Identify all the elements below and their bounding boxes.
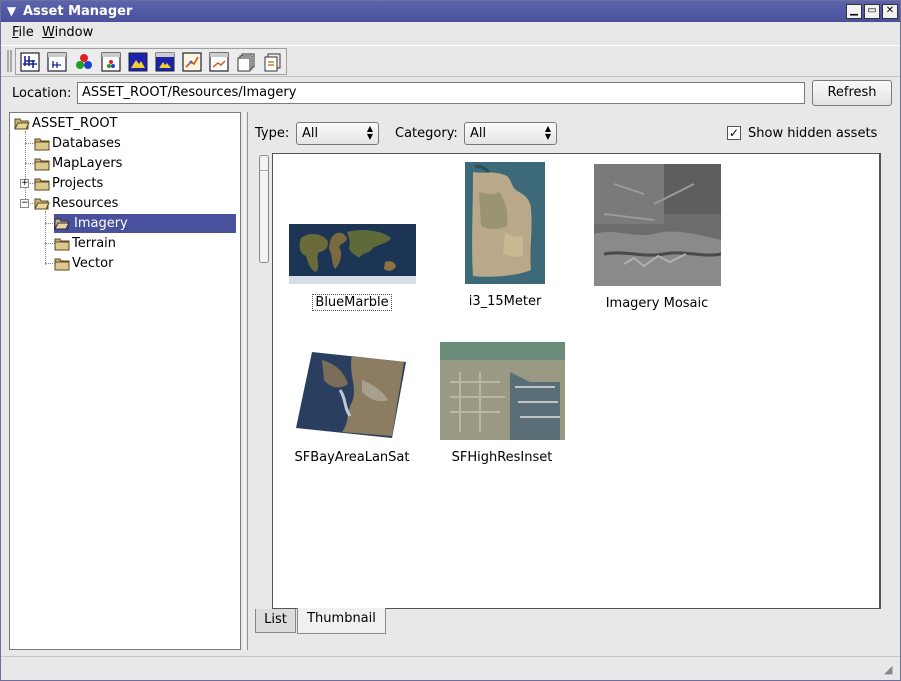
asset-caption: i3_15Meter <box>468 294 542 309</box>
tree-item-label: MapLayers <box>52 156 123 171</box>
tree-item-label: Terrain <box>72 236 117 251</box>
menu-window[interactable]: Window <box>42 25 93 40</box>
type-select-value: All <box>302 126 319 141</box>
close-icon[interactable]: ✕ <box>882 4 898 19</box>
tree-item-label: Resources <box>52 196 119 211</box>
status-bar: ◢ <box>1 656 900 680</box>
folder-icon <box>34 138 50 151</box>
open-folder-icon <box>34 198 50 210</box>
folder-icon <box>54 258 70 271</box>
open-project-icon[interactable] <box>261 51 284 73</box>
asset-tree[interactable]: + − ASSET_ROOT Databases MapLayers Proje… <box>9 112 241 650</box>
combo-arrows-icon: ▲ ▼ <box>544 124 552 141</box>
title-bar[interactable]: ▼ Asset Manager ▁ ▭ ✕ <box>1 1 900 22</box>
asset-imagery-mosaic[interactable]: Imagery Mosaic <box>587 164 727 311</box>
show-hidden-checkbox[interactable]: ✓ <box>727 126 741 140</box>
asset-caption: SFHighResInset <box>451 450 553 465</box>
tree-item-label: Projects <box>52 176 104 191</box>
tree-root[interactable]: ASSET_ROOT <box>14 114 118 133</box>
location-label: Location: <box>12 86 72 101</box>
sfhighresinset-thumbnail <box>439 342 565 440</box>
toolbar-grip[interactable] <box>7 50 12 72</box>
zoom-slider-handle[interactable] <box>259 155 269 263</box>
tree-item-terrain[interactable]: Terrain <box>54 234 116 253</box>
asset-sfbayarealansat[interactable]: SFBayAreaLanSat <box>287 350 417 465</box>
asset-caption: Imagery Mosaic <box>605 296 709 311</box>
tab-list[interactable]: List <box>255 609 296 633</box>
open-folder-icon <box>54 218 70 230</box>
asset-bluemarble[interactable]: BlueMarble <box>287 224 417 311</box>
toolbar-buttons <box>15 48 287 75</box>
location-input[interactable]: ASSET_ROOT/Resources/Imagery <box>77 82 805 104</box>
asset-caption: BlueMarble <box>312 294 392 311</box>
i3-15meter-thumbnail <box>465 162 545 284</box>
tree-item-vector[interactable]: Vector <box>54 254 113 273</box>
asset-caption: SFBayAreaLanSat <box>294 450 410 465</box>
window-menu-icon[interactable]: ▼ <box>4 4 19 19</box>
combo-arrows-icon: ▲ ▼ <box>366 124 374 141</box>
folder-icon <box>54 238 70 251</box>
tree-item-projects[interactable]: Projects <box>34 174 103 193</box>
tab-thumbnail[interactable]: Thumbnail <box>297 608 386 634</box>
window-title: Asset Manager <box>23 4 133 19</box>
folder-icon <box>34 178 50 191</box>
new-imagery-project-icon[interactable] <box>99 51 122 73</box>
tree-item-maplayers[interactable]: MapLayers <box>34 154 122 173</box>
tree-root-label: ASSET_ROOT <box>32 116 118 131</box>
type-select[interactable]: All ▲ ▼ <box>296 122 379 145</box>
sfbayarealansat-thumbnail <box>296 352 406 438</box>
menu-bar: File Window <box>1 23 900 43</box>
asset-manager-window: ▼ Asset Manager ▁ ▭ ✕ File Window Locati… <box>0 0 901 681</box>
bluemarble-thumbnail <box>288 224 416 284</box>
folder-icon <box>34 158 50 171</box>
new-vector-resource-icon[interactable] <box>180 51 203 73</box>
new-vector-project-icon[interactable] <box>207 51 230 73</box>
tree-item-label: Vector <box>72 256 114 271</box>
asset-i3-15meter[interactable]: i3_15Meter <box>445 162 565 309</box>
tree-item-databases[interactable]: Databases <box>34 134 121 153</box>
tree-item-resources[interactable]: Resources <box>34 194 118 213</box>
tree-item-imagery[interactable]: Imagery <box>54 214 236 233</box>
resize-grip-icon[interactable]: ◢ <box>884 664 896 676</box>
new-terrain-resource-icon[interactable] <box>126 51 149 73</box>
new-image-resource-icon[interactable] <box>72 51 95 73</box>
thumbnail-view[interactable]: BlueMarble i3_15Meter Imagery Mosaic SFB… <box>272 153 881 609</box>
asset-browser: Type: All ▲ ▼ Category: All ▲ ▼ ✓ Show hid… <box>250 112 894 652</box>
toolbar <box>1 45 900 77</box>
new-map-layer-icon[interactable] <box>45 51 68 73</box>
tree-item-label: Databases <box>52 136 121 151</box>
new-terrain-project-icon[interactable] <box>153 51 176 73</box>
expand-projects-icon[interactable]: + <box>20 179 29 188</box>
collapse-resources-icon[interactable]: − <box>20 199 29 208</box>
minimize-icon[interactable]: ▁ <box>846 4 862 19</box>
category-select[interactable]: All ▲ ▼ <box>464 122 557 145</box>
refresh-button[interactable]: Refresh <box>812 80 892 106</box>
asset-sfhighresinset[interactable]: SFHighResInset <box>437 342 567 465</box>
menu-file[interactable]: File <box>12 25 34 40</box>
open-folder-icon <box>14 118 30 130</box>
panel-splitter[interactable] <box>244 112 248 650</box>
show-hidden-label[interactable]: Show hidden assets <box>748 126 877 141</box>
type-label: Type: <box>255 126 290 141</box>
zoom-slider[interactable] <box>257 155 269 607</box>
imagery-mosaic-thumbnail <box>593 164 721 286</box>
tree-connector <box>45 211 46 265</box>
maximize-icon[interactable]: ▭ <box>864 4 880 19</box>
tree-item-label: Imagery <box>72 216 130 231</box>
new-database-icon[interactable] <box>18 51 41 73</box>
category-label: Category: <box>395 126 458 141</box>
open-folder-icon[interactable] <box>234 51 257 73</box>
location-bar: Location: ASSET_ROOT/Resources/Imagery R… <box>1 80 900 108</box>
category-select-value: All <box>470 126 487 141</box>
